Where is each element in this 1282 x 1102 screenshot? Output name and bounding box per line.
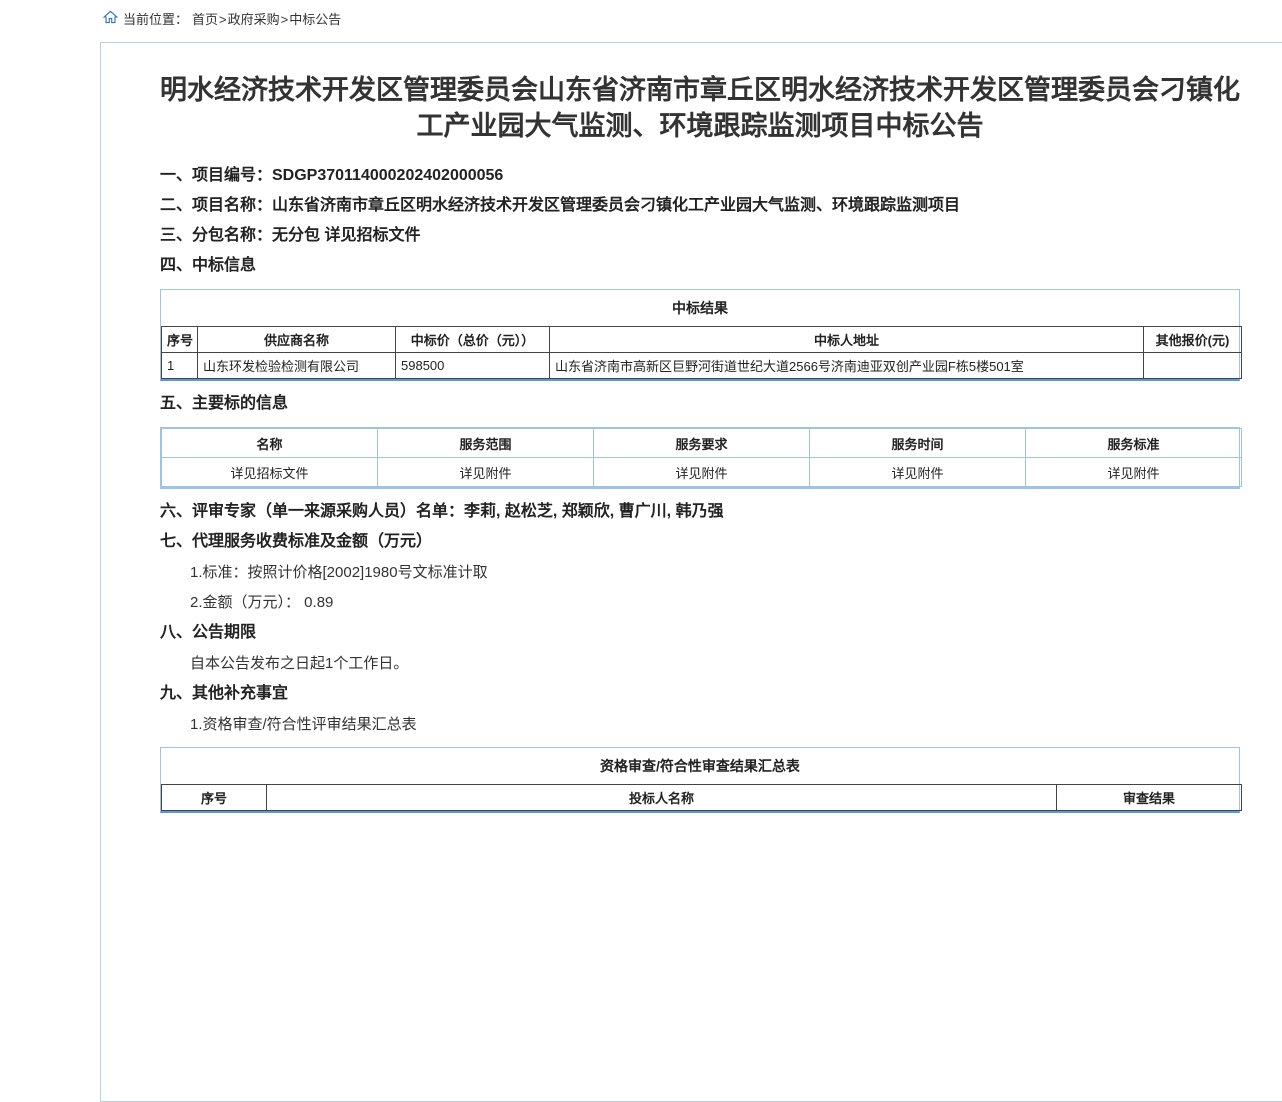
section-subject-info: 五、主要标的信息 <box>160 395 1240 413</box>
award-header-supplier: 供应商名称 <box>198 327 396 353</box>
award-table-row: 1 山东环发检验检测有限公司 598500 山东省济南市高新区巨野河街道世纪大道… <box>162 353 1242 379</box>
section-package-name: 三、分包名称：无分包 详见招标文件 <box>160 227 1240 245</box>
subject-cell-name: 详见招标文件 <box>162 458 378 487</box>
subject-cell-requirement: 详见附件 <box>594 458 810 487</box>
other-matters-item-1: 1.资格审查/符合性评审结果汇总表 <box>190 716 1240 733</box>
breadcrumb-link-home[interactable]: 首页 <box>192 11 218 29</box>
award-header-address: 中标人地址 <box>550 327 1144 353</box>
award-header-seq: 序号 <box>162 327 198 353</box>
agency-fee-standard: 1.标准：按照计价格[2002]1980号文标准计取 <box>190 564 1240 581</box>
page-title: 明水经济技术开发区管理委员会山东省济南市章丘区明水经济技术开发区管理委员会刁镇化… <box>160 72 1240 144</box>
section-experts: 六、评审专家（单一来源采购人员）名单：李莉, 赵松芝, 郑颖欣, 曹广川, 韩乃… <box>160 503 1240 521</box>
subject-header-time: 服务时间 <box>810 429 1026 458</box>
agency-fee-amount: 2.金额（万元）： 0.89 <box>190 594 1240 611</box>
subject-table-header-row: 名称 服务范围 服务要求 服务时间 服务标准 <box>162 429 1242 458</box>
review-table-header-row: 序号 投标人名称 审查结果 <box>162 785 1242 811</box>
award-cell-supplier: 山东环发检验检测有限公司 <box>198 353 396 379</box>
section-award-info: 四、中标信息 <box>160 257 1240 275</box>
breadcrumb-label: 当前位置： <box>123 11 188 29</box>
section-other-matters: 九、其他补充事宜 <box>160 685 1240 703</box>
breadcrumb: 当前位置： 首页 > 政府采购 > 中标公告 <box>103 10 341 29</box>
subject-table-row: 详见招标文件 详见附件 详见附件 详见附件 详见附件 <box>162 458 1242 487</box>
breadcrumb-separator-1: > <box>219 11 227 29</box>
breadcrumb-link-award-notice[interactable]: 中标公告 <box>289 11 341 29</box>
section-agency-fee: 七、代理服务收费标准及金额（万元） <box>160 533 1240 551</box>
award-header-other-quote: 其他报价(元) <box>1144 327 1242 353</box>
award-cell-other-quote <box>1144 353 1242 379</box>
section-project-name: 二、项目名称：山东省济南市章丘区明水经济技术开发区管理委员会刁镇化工产业园大气监… <box>160 197 1240 215</box>
review-header-seq: 序号 <box>162 785 267 811</box>
award-table-caption: 中标结果 <box>161 290 1239 326</box>
award-cell-price: 598500 <box>396 353 550 379</box>
subject-header-name: 名称 <box>162 429 378 458</box>
breadcrumb-link-procurement[interactable]: 政府采购 <box>228 11 280 29</box>
award-cell-seq: 1 <box>162 353 198 379</box>
qualification-review-table: 资格审查/符合性审查结果汇总表 序号 投标人名称 审查结果 <box>160 747 1240 813</box>
subject-cell-time: 详见附件 <box>810 458 1026 487</box>
subject-header-standard: 服务标准 <box>1026 429 1242 458</box>
breadcrumb-separator-2: > <box>281 11 289 29</box>
subject-header-scope: 服务范围 <box>378 429 594 458</box>
announcement-body: 明水经济技术开发区管理委员会山东省济南市章丘区明水经济技术开发区管理委员会刁镇化… <box>160 72 1240 813</box>
award-table-header-row: 序号 供应商名称 中标价（总价（元）） 中标人地址 其他报价(元) <box>162 327 1242 353</box>
review-header-result: 审查结果 <box>1057 785 1242 811</box>
award-cell-address: 山东省济南市高新区巨野河街道世纪大道2566号济南迪亚双创产业园F栋5楼501室 <box>550 353 1144 379</box>
subject-cell-scope: 详见附件 <box>378 458 594 487</box>
subject-header-requirement: 服务要求 <box>594 429 810 458</box>
subject-info-table: 名称 服务范围 服务要求 服务时间 服务标准 详见招标文件 详见附件 详见附件 … <box>160 427 1240 489</box>
subject-cell-standard: 详见附件 <box>1026 458 1242 487</box>
review-header-bidder: 投标人名称 <box>267 785 1057 811</box>
section-announcement-period: 八、公告期限 <box>160 624 1240 642</box>
award-result-table: 中标结果 序号 供应商名称 中标价（总价（元）） 中标人地址 其他报价(元) 1 <box>160 289 1240 381</box>
review-table-caption: 资格审查/符合性审查结果汇总表 <box>161 748 1239 784</box>
award-header-price: 中标价（总价（元）） <box>396 327 550 353</box>
content-panel: 明水经济技术开发区管理委员会山东省济南市章丘区明水经济技术开发区管理委员会刁镇化… <box>100 42 1282 1102</box>
home-icon[interactable] <box>103 10 118 29</box>
section-project-number: 一、项目编号：SDGP370114000202402000056 <box>160 167 1240 185</box>
announcement-period-text: 自本公告发布之日起1个工作日。 <box>190 655 1240 672</box>
